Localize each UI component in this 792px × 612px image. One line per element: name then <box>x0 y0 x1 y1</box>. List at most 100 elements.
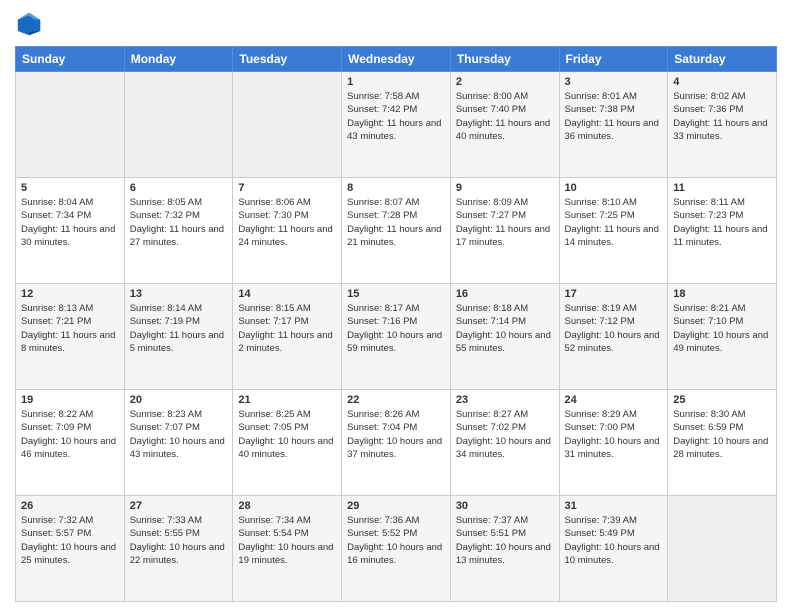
day-number: 25 <box>673 394 771 406</box>
calendar-cell: 10 Sunrise: 8:10 AMSunset: 7:25 PMDayligh… <box>559 178 668 284</box>
day-number: 19 <box>21 394 119 406</box>
day-info: Sunrise: 7:33 AMSunset: 5:55 PMDaylight:… <box>130 514 228 567</box>
day-info: Sunrise: 8:21 AMSunset: 7:10 PMDaylight:… <box>673 302 771 355</box>
day-number: 21 <box>238 394 336 406</box>
page: SundayMondayTuesdayWednesdayThursdayFrid… <box>0 0 792 612</box>
calendar-cell: 18 Sunrise: 8:21 AMSunset: 7:10 PMDayligh… <box>668 284 777 390</box>
day-number: 13 <box>130 288 228 300</box>
day-number: 3 <box>565 76 663 88</box>
day-info: Sunrise: 8:11 AMSunset: 7:23 PMDaylight:… <box>673 196 771 249</box>
calendar-cell: 2 Sunrise: 8:00 AMSunset: 7:40 PMDaylight… <box>450 72 559 178</box>
day-number: 20 <box>130 394 228 406</box>
day-info: Sunrise: 8:02 AMSunset: 7:36 PMDaylight:… <box>673 90 771 143</box>
day-info: Sunrise: 8:01 AMSunset: 7:38 PMDaylight:… <box>565 90 663 143</box>
calendar-cell <box>124 72 233 178</box>
calendar-cell: 7 Sunrise: 8:06 AMSunset: 7:30 PMDaylight… <box>233 178 342 284</box>
day-number: 31 <box>565 500 663 512</box>
day-info: Sunrise: 8:04 AMSunset: 7:34 PMDaylight:… <box>21 196 119 249</box>
day-number: 6 <box>130 182 228 194</box>
weekday-header-friday: Friday <box>559 47 668 72</box>
day-info: Sunrise: 8:23 AMSunset: 7:07 PMDaylight:… <box>130 408 228 461</box>
day-info: Sunrise: 8:00 AMSunset: 7:40 PMDaylight:… <box>456 90 554 143</box>
day-number: 28 <box>238 500 336 512</box>
day-info: Sunrise: 8:30 AMSunset: 6:59 PMDaylight:… <box>673 408 771 461</box>
day-number: 30 <box>456 500 554 512</box>
day-number: 11 <box>673 182 771 194</box>
calendar-cell: 17Sunrise: 8:19 AMSunset: 7:12 PMDayligh… <box>559 284 668 390</box>
calendar-cell: 22 Sunrise: 8:26 AMSunset: 7:04 PMDayligh… <box>342 390 451 496</box>
calendar-cell: 6 Sunrise: 8:05 AMSunset: 7:32 PMDaylight… <box>124 178 233 284</box>
day-info: Sunrise: 8:17 AMSunset: 7:16 PMDaylight:… <box>347 302 445 355</box>
day-info: Sunrise: 8:26 AMSunset: 7:04 PMDaylight:… <box>347 408 445 461</box>
day-number: 5 <box>21 182 119 194</box>
weekday-header-tuesday: Tuesday <box>233 47 342 72</box>
day-info: Sunrise: 7:34 AMSunset: 5:54 PMDaylight:… <box>238 514 336 567</box>
day-number: 22 <box>347 394 445 406</box>
calendar-cell: 11 Sunrise: 8:11 AMSunset: 7:23 PMDayligh… <box>668 178 777 284</box>
day-info: Sunrise: 7:58 AMSunset: 7:42 PMDaylight:… <box>347 90 445 143</box>
day-number: 12 <box>21 288 119 300</box>
calendar-cell: 9 Sunrise: 8:09 AMSunset: 7:27 PMDaylight… <box>450 178 559 284</box>
logo <box>15 10 47 38</box>
day-info: Sunrise: 7:32 AMSunset: 5:57 PMDaylight:… <box>21 514 119 567</box>
calendar-cell: 13 Sunrise: 8:14 AMSunset: 7:19 PMDayligh… <box>124 284 233 390</box>
day-info: Sunrise: 8:19 AMSunset: 7:12 PMDaylight:… <box>565 302 663 355</box>
weekday-header-wednesday: Wednesday <box>342 47 451 72</box>
day-number: 15 <box>347 288 445 300</box>
weekday-header-thursday: Thursday <box>450 47 559 72</box>
calendar-cell: 23 Sunrise: 8:27 AMSunset: 7:02 PMDayligh… <box>450 390 559 496</box>
calendar-cell: 20 Sunrise: 8:23 AMSunset: 7:07 PMDayligh… <box>124 390 233 496</box>
day-number: 1 <box>347 76 445 88</box>
weekday-header-saturday: Saturday <box>668 47 777 72</box>
day-number: 18 <box>673 288 771 300</box>
day-info: Sunrise: 8:05 AMSunset: 7:32 PMDaylight:… <box>130 196 228 249</box>
day-number: 7 <box>238 182 336 194</box>
day-info: Sunrise: 7:37 AMSunset: 5:51 PMDaylight:… <box>456 514 554 567</box>
calendar-cell: 29Sunrise: 7:36 AMSunset: 5:52 PMDayligh… <box>342 496 451 602</box>
day-number: 29 <box>347 500 445 512</box>
day-number: 24 <box>565 394 663 406</box>
day-number: 10 <box>565 182 663 194</box>
calendar-cell: 5 Sunrise: 8:04 AMSunset: 7:34 PMDaylight… <box>16 178 125 284</box>
day-number: 26 <box>21 500 119 512</box>
calendar-cell <box>233 72 342 178</box>
calendar-cell: 19Sunrise: 8:22 AMSunset: 7:09 PMDayligh… <box>16 390 125 496</box>
day-info: Sunrise: 8:10 AMSunset: 7:25 PMDaylight:… <box>565 196 663 249</box>
logo-icon <box>15 10 43 38</box>
weekday-header-monday: Monday <box>124 47 233 72</box>
day-info: Sunrise: 8:29 AMSunset: 7:00 PMDaylight:… <box>565 408 663 461</box>
calendar-cell: 24 Sunrise: 8:29 AMSunset: 7:00 PMDayligh… <box>559 390 668 496</box>
day-number: 8 <box>347 182 445 194</box>
calendar-cell: 3 Sunrise: 8:01 AMSunset: 7:38 PMDaylight… <box>559 72 668 178</box>
calendar-cell: 14Sunrise: 8:15 AMSunset: 7:17 PMDayligh… <box>233 284 342 390</box>
day-info: Sunrise: 8:13 AMSunset: 7:21 PMDaylight:… <box>21 302 119 355</box>
day-info: Sunrise: 8:14 AMSunset: 7:19 PMDaylight:… <box>130 302 228 355</box>
header <box>15 10 777 38</box>
day-info: Sunrise: 8:07 AMSunset: 7:28 PMDaylight:… <box>347 196 445 249</box>
calendar-cell: 1 Sunrise: 7:58 AMSunset: 7:42 PMDaylight… <box>342 72 451 178</box>
day-number: 27 <box>130 500 228 512</box>
day-number: 2 <box>456 76 554 88</box>
day-number: 14 <box>238 288 336 300</box>
calendar-cell: 31 Sunrise: 7:39 AMSunset: 5:49 PMDayligh… <box>559 496 668 602</box>
day-info: Sunrise: 8:25 AMSunset: 7:05 PMDaylight:… <box>238 408 336 461</box>
day-number: 16 <box>456 288 554 300</box>
calendar-table: SundayMondayTuesdayWednesdayThursdayFrid… <box>15 46 777 602</box>
calendar-cell: 25 Sunrise: 8:30 AMSunset: 6:59 PMDayligh… <box>668 390 777 496</box>
calendar-cell: 21 Sunrise: 8:25 AMSunset: 7:05 PMDayligh… <box>233 390 342 496</box>
day-info: Sunrise: 8:27 AMSunset: 7:02 PMDaylight:… <box>456 408 554 461</box>
day-number: 23 <box>456 394 554 406</box>
day-number: 4 <box>673 76 771 88</box>
calendar-cell: 27 Sunrise: 7:33 AMSunset: 5:55 PMDayligh… <box>124 496 233 602</box>
day-info: Sunrise: 8:06 AMSunset: 7:30 PMDaylight:… <box>238 196 336 249</box>
day-info: Sunrise: 7:39 AMSunset: 5:49 PMDaylight:… <box>565 514 663 567</box>
day-info: Sunrise: 8:18 AMSunset: 7:14 PMDaylight:… <box>456 302 554 355</box>
calendar-cell <box>16 72 125 178</box>
calendar-cell: 28 Sunrise: 7:34 AMSunset: 5:54 PMDayligh… <box>233 496 342 602</box>
calendar-cell: 30 Sunrise: 7:37 AMSunset: 5:51 PMDayligh… <box>450 496 559 602</box>
calendar-cell <box>668 496 777 602</box>
calendar-cell: 8 Sunrise: 8:07 AMSunset: 7:28 PMDaylight… <box>342 178 451 284</box>
day-number: 9 <box>456 182 554 194</box>
calendar-cell: 4 Sunrise: 8:02 AMSunset: 7:36 PMDaylight… <box>668 72 777 178</box>
day-info: Sunrise: 8:09 AMSunset: 7:27 PMDaylight:… <box>456 196 554 249</box>
